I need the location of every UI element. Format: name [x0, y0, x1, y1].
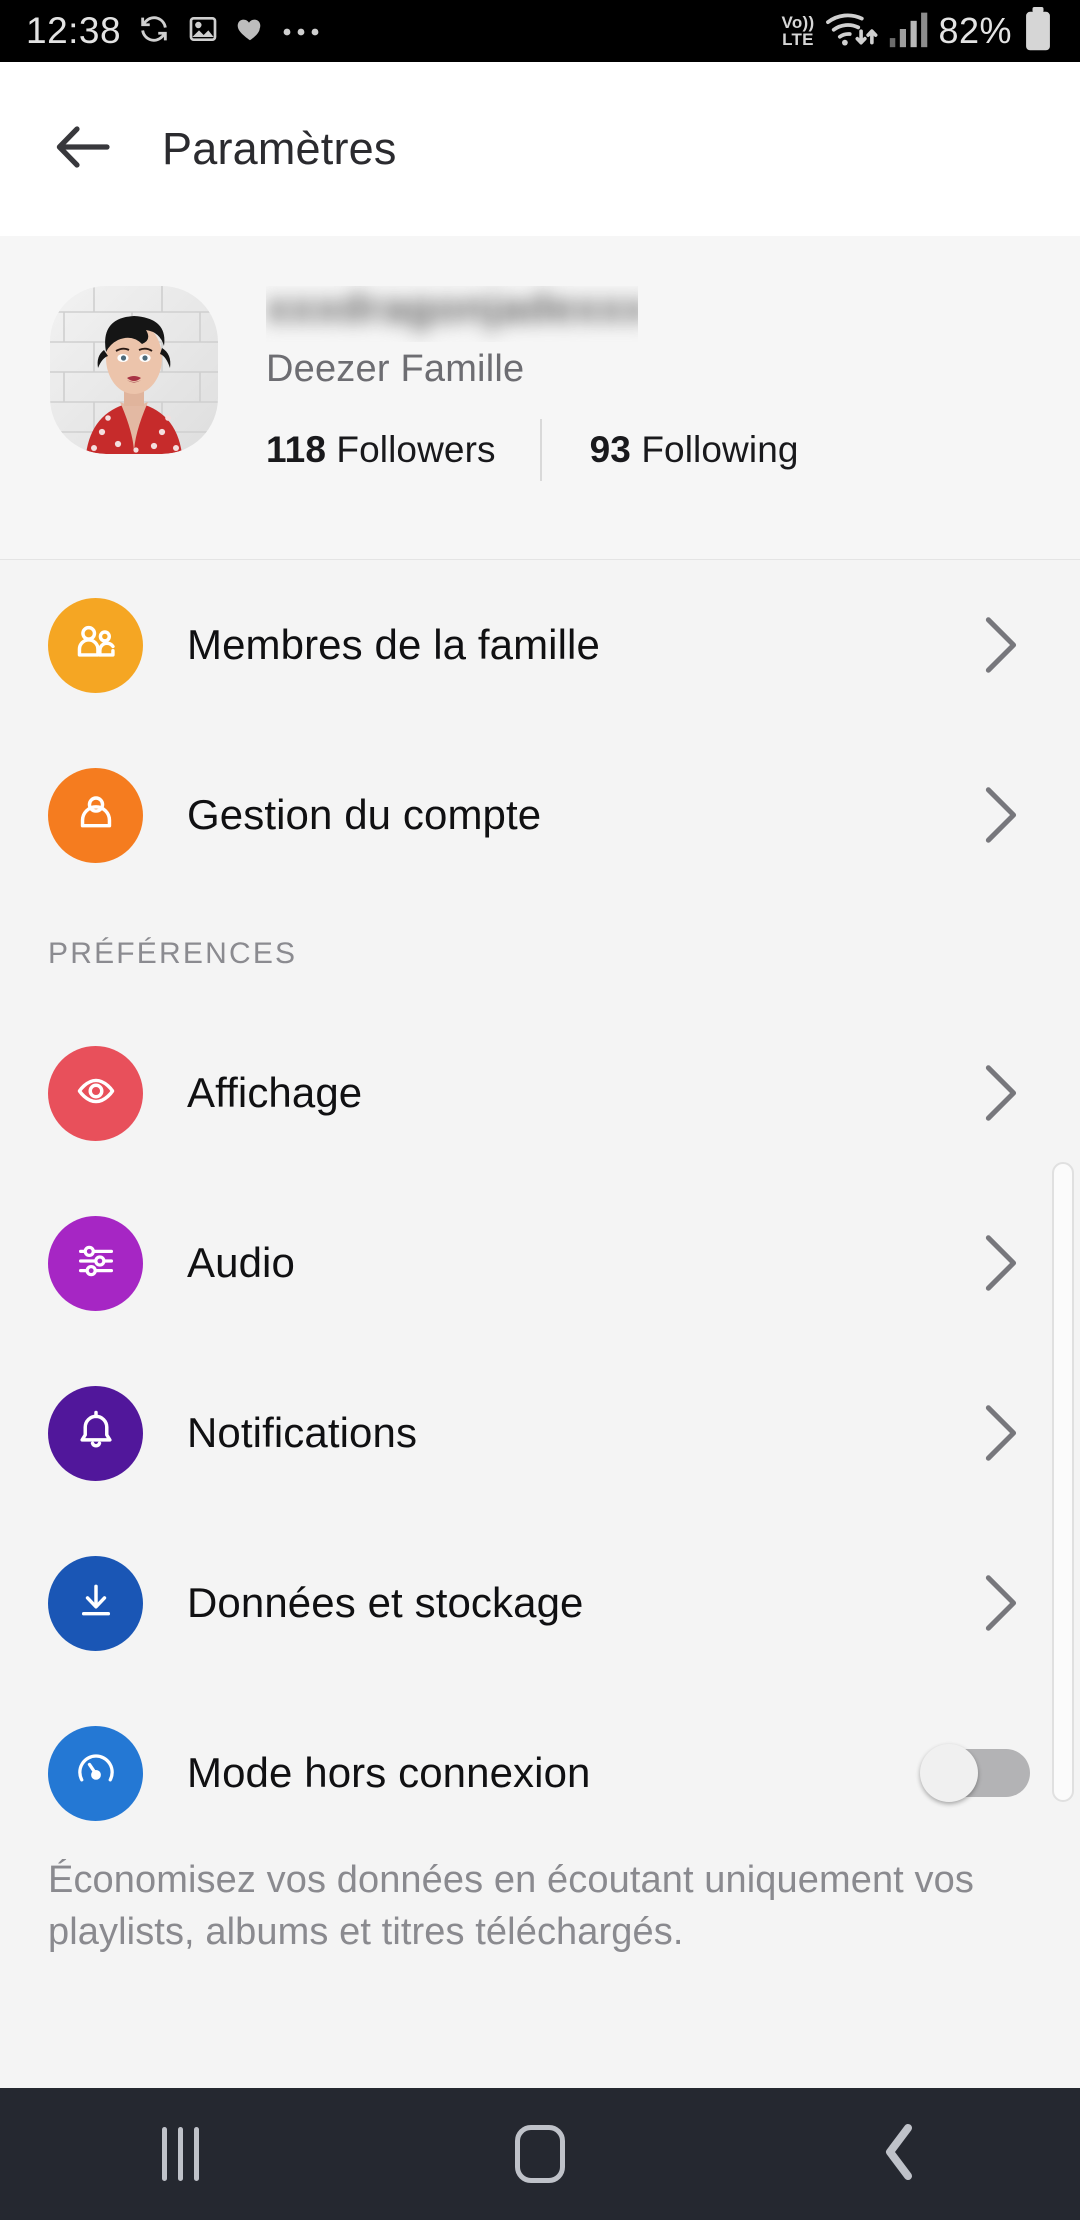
settings-row-data-storage[interactable]: Données et stockage [0, 1518, 1080, 1688]
settings-row-account-management[interactable]: Gestion du compte [0, 730, 1080, 900]
settings-row-display[interactable]: Affichage [0, 1008, 1080, 1178]
status-clock: 12:38 [26, 10, 122, 51]
profile-stats: 118 Followers 93 Following [266, 419, 799, 481]
settings-list: Membres de la famille Gestion du compte [0, 560, 1080, 1958]
followers-stat[interactable]: 118 Followers [266, 429, 496, 471]
profile-section: xxxdragonjadexxx Deezer Famille 118 Foll… [0, 236, 1080, 560]
family-members-icon [71, 618, 121, 673]
page-title: Paramètres [162, 123, 397, 174]
offline-mode-toggle[interactable] [920, 1744, 1030, 1802]
profile-info: xxxdragonjadexxx Deezer Famille 118 Foll… [266, 282, 799, 481]
following-label: Following [641, 429, 799, 470]
account-person-icon [71, 788, 121, 843]
wifi-icon [824, 9, 878, 54]
settings-row-label: Gestion du compte [187, 791, 542, 838]
settings-row-family-members[interactable]: Membres de la famille [0, 560, 1080, 730]
status-bar-right: Vo)) LTE 82% [781, 6, 1054, 56]
battery-icon [1022, 6, 1054, 56]
gauge-icon [71, 1746, 121, 1801]
scrollbar[interactable] [1052, 1162, 1074, 1802]
settings-row-label: Audio [187, 1239, 295, 1286]
family-members-icon-circle [48, 597, 143, 693]
settings-row-label: Mode hors connexion [187, 1749, 591, 1796]
status-bar-left: 12:38 [26, 10, 325, 52]
nav-back-button[interactable] [800, 2088, 1000, 2220]
equalizer-icon [71, 1236, 121, 1291]
nav-back-icon [882, 2122, 918, 2187]
settings-row-offline-mode[interactable]: Mode hors connexion [0, 1688, 1080, 1858]
sync-icon [137, 12, 171, 51]
username-masked: xxxdragonjadexxx [266, 286, 638, 331]
settings-row-audio[interactable]: Audio [0, 1178, 1080, 1348]
equalizer-icon-circle [48, 1215, 143, 1311]
following-stat[interactable]: 93 Following [590, 429, 799, 471]
eye-icon [71, 1066, 121, 1121]
status-bar: 12:38 Vo)) LTE 82% [0, 0, 1080, 62]
gauge-icon-circle [48, 1725, 143, 1821]
section-header-preferences: PRÉFÉRENCES [48, 937, 298, 970]
following-count: 93 [589, 429, 631, 470]
bell-icon [71, 1406, 121, 1461]
settings-row-label: Données et stockage [187, 1579, 584, 1626]
volte-icon: Vo)) LTE [781, 13, 815, 49]
account-person-icon-circle [48, 767, 143, 863]
phone-screen: 12:38 Vo)) LTE 82% Paramètres xxxdragonj… [0, 0, 1080, 2220]
avatar[interactable] [50, 286, 218, 454]
chevron-right-icon [978, 1402, 1022, 1464]
offline-mode-helper-text: Économisez vos données en écoutant uniqu… [48, 1859, 974, 1953]
eye-icon-circle [48, 1045, 143, 1141]
home-icon [515, 2125, 565, 2183]
home-button[interactable] [440, 2088, 640, 2220]
stats-divider [539, 419, 542, 481]
android-nav-bar [0, 2088, 1080, 2220]
chevron-right-icon [978, 614, 1022, 676]
followers-count: 118 [266, 429, 326, 470]
followers-label: Followers [336, 429, 496, 470]
settings-row-label: Notifications [187, 1409, 418, 1456]
more-dots-icon [281, 21, 325, 42]
chevron-right-icon [978, 784, 1022, 846]
back-button[interactable] [28, 122, 138, 177]
download-icon [71, 1576, 121, 1631]
toggle-knob [920, 1744, 978, 1802]
recents-icon [161, 2127, 199, 2181]
battery-percent-label: 82% [938, 10, 1012, 51]
heart-icon [235, 14, 265, 49]
bell-icon-circle [48, 1385, 143, 1481]
plan-label: Deezer Famille [266, 348, 525, 390]
download-icon-circle [48, 1555, 143, 1651]
chevron-right-icon [978, 1572, 1022, 1634]
chevron-right-icon [978, 1232, 1022, 1294]
recents-button[interactable] [80, 2088, 280, 2220]
photo-icon [187, 13, 219, 50]
settings-row-label: Membres de la famille [187, 621, 600, 668]
settings-row-notifications[interactable]: Notifications [0, 1348, 1080, 1518]
chevron-right-icon [978, 1062, 1022, 1124]
signal-bars-icon [888, 9, 928, 54]
app-bar: Paramètres [0, 62, 1080, 236]
arrow-left-icon [53, 122, 113, 177]
settings-row-label: Affichage [187, 1069, 363, 1116]
